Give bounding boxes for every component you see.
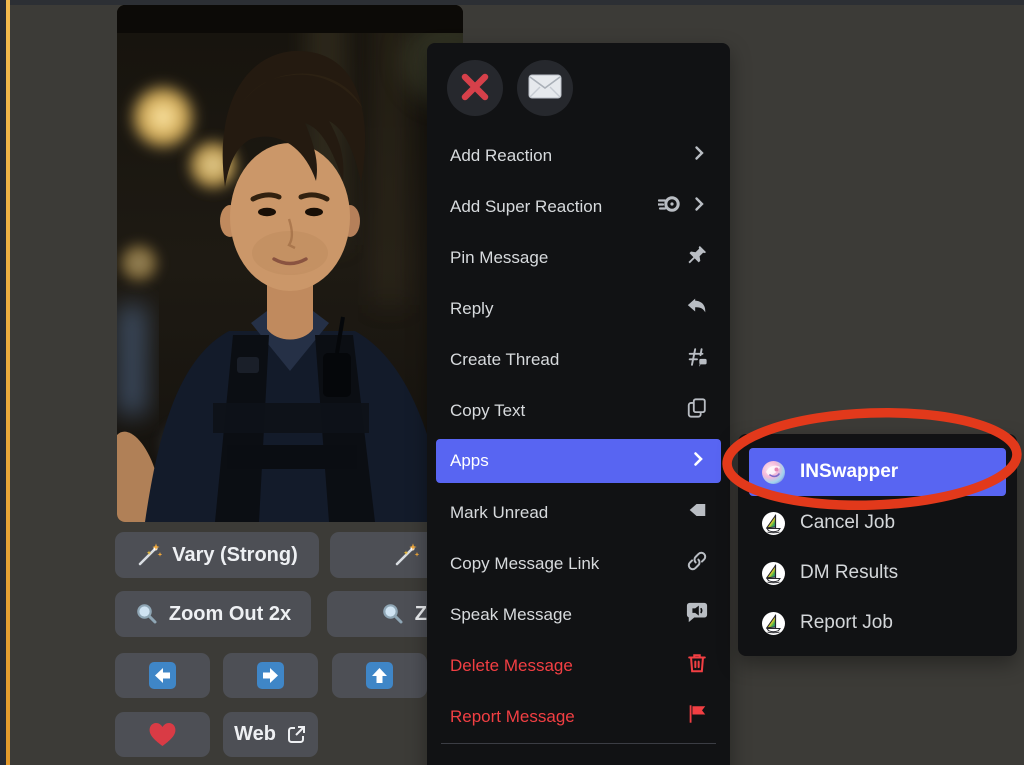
menu-divider — [441, 743, 716, 744]
menu-item-reply[interactable]: Reply — [427, 283, 730, 334]
red-heart-icon — [149, 722, 176, 747]
submenu-item-label: INSwapper — [800, 461, 898, 483]
menu-item-pin-message[interactable]: Pin Message — [427, 232, 730, 283]
chevron-right-icon — [690, 144, 708, 167]
chain-link-icon — [686, 550, 708, 577]
vary-strong-button[interactable]: Vary (Strong) — [115, 532, 319, 578]
submenu-item-dm-results[interactable]: DM Results — [749, 548, 1006, 598]
menu-item-label: Report Message — [450, 707, 575, 727]
zoom-out-2x-label: Zoom Out 2x — [169, 603, 291, 626]
pan-up-button[interactable] — [332, 653, 427, 698]
menu-item-label: Add Reaction — [450, 146, 552, 166]
midjourney-boat-avatar-icon — [761, 561, 786, 586]
menu-item-speak-message[interactable]: Speak Message — [427, 589, 730, 640]
menu-item-label: Copy Text — [450, 401, 525, 421]
external-link-icon — [286, 724, 307, 745]
submenu-item-label: DM Results — [800, 562, 898, 584]
menu-item-label: Create Thread — [450, 350, 559, 370]
quick-reaction-envelope-button[interactable] — [517, 60, 573, 116]
midjourney-boat-avatar-icon — [761, 511, 786, 536]
speaker-bubble-icon — [686, 601, 708, 628]
menu-list: Add Reaction Add Super Reaction Pin Mess… — [427, 130, 730, 742]
menu-item-add-reaction[interactable]: Add Reaction — [427, 130, 730, 181]
menu-item-create-thread[interactable]: Create Thread — [427, 334, 730, 385]
report-flag-icon — [686, 703, 708, 730]
favorite-heart-button[interactable] — [115, 712, 210, 757]
chevron-right-icon — [690, 195, 708, 218]
submenu-item-report-job[interactable]: Report Job — [749, 598, 1006, 648]
vary-strong-label: Vary (Strong) — [172, 544, 298, 567]
pan-left-button[interactable] — [115, 653, 210, 698]
magnifier-icon — [135, 602, 159, 626]
envelope-icon — [528, 74, 562, 102]
mark-unread-icon — [686, 499, 708, 526]
menu-item-delete-message[interactable]: Delete Message — [427, 640, 730, 691]
pin-icon — [686, 244, 708, 271]
magic-wand-icon — [393, 542, 419, 568]
web-label: Web — [234, 723, 276, 746]
reply-accent-line — [6, 0, 10, 765]
menu-item-apps[interactable]: Apps — [436, 439, 721, 483]
magic-wand-icon — [136, 542, 162, 568]
menu-item-mark-unread[interactable]: Mark Unread — [427, 487, 730, 538]
magnifier-icon — [381, 602, 405, 626]
menu-item-label: Pin Message — [450, 248, 548, 268]
chevron-right-icon — [689, 450, 707, 473]
menu-item-label: Add Super Reaction — [450, 197, 602, 217]
menu-item-label: Mark Unread — [450, 503, 548, 523]
discord-app-window: Vary (Strong) Vary Zoom Out 2x Zoom — [0, 0, 1024, 765]
blue-arrow-left-icon — [149, 662, 176, 689]
copy-pages-icon — [686, 397, 708, 424]
super-reaction-icon — [658, 194, 681, 219]
submenu-item-label: Report Job — [800, 612, 893, 634]
generated-image[interactable] — [117, 5, 463, 522]
blue-arrow-up-icon — [366, 662, 393, 689]
pan-right-button[interactable] — [223, 653, 318, 698]
thread-hash-icon — [686, 346, 708, 373]
trash-can-icon — [686, 652, 708, 679]
menu-item-label: Copy Message Link — [450, 554, 599, 574]
submenu-item-inswapper[interactable]: INSwapper — [749, 448, 1006, 496]
apps-submenu: INSwapper Cancel Job — [738, 434, 1017, 656]
message-context-menu: Add Reaction Add Super Reaction Pin Mess… — [427, 43, 730, 765]
blue-arrow-right-icon — [257, 662, 284, 689]
menu-item-label: Speak Message — [450, 605, 572, 625]
quick-reaction-x-button[interactable] — [447, 60, 503, 116]
midjourney-boat-avatar-icon — [761, 611, 786, 636]
zoom-out-2x-button[interactable]: Zoom Out 2x — [115, 591, 311, 637]
menu-item-label: Delete Message — [450, 656, 573, 676]
submenu-item-cancel-job[interactable]: Cancel Job — [749, 498, 1006, 548]
menu-item-report-message[interactable]: Report Message — [427, 691, 730, 742]
menu-item-label: Apps — [450, 451, 489, 471]
inswapper-avatar-icon — [761, 460, 786, 485]
menu-item-copy-text[interactable]: Copy Text — [427, 385, 730, 436]
menu-item-label: Reply — [450, 299, 493, 319]
web-button[interactable]: Web — [223, 712, 318, 757]
submenu-item-label: Cancel Job — [800, 512, 895, 534]
menu-item-copy-message-link[interactable]: Copy Message Link — [427, 538, 730, 589]
reply-arrow-icon — [686, 295, 708, 322]
cross-mark-red-icon — [458, 70, 492, 107]
quick-reactions — [447, 60, 573, 116]
menu-item-add-super-reaction[interactable]: Add Super Reaction — [427, 181, 730, 232]
